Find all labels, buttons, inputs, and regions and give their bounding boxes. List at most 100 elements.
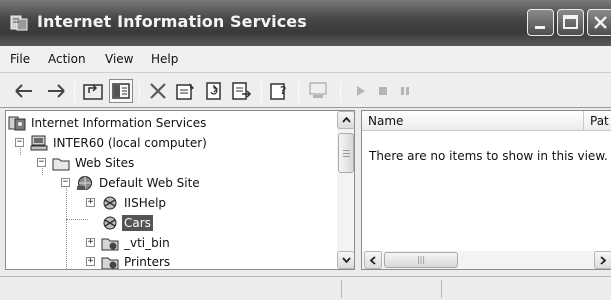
scroll-down-button[interactable] xyxy=(337,251,354,269)
tree-connector xyxy=(66,219,88,220)
forward-button[interactable] xyxy=(44,79,68,103)
tree-connector xyxy=(66,181,67,269)
close-button[interactable] xyxy=(587,9,611,36)
tree-item-local-computer[interactable]: INTER60 (local computer) xyxy=(30,133,209,152)
folder-icon xyxy=(52,158,70,170)
expand-toggle[interactable]: + xyxy=(86,198,95,207)
refresh-button[interactable] xyxy=(202,79,226,103)
tree-item-label: IISHelp xyxy=(124,195,167,210)
chevron-left-icon xyxy=(370,255,376,265)
export-list-icon xyxy=(232,82,252,100)
tree-item-label: Default Web Site xyxy=(99,175,200,190)
tree-item-iishelp[interactable]: IISHelp xyxy=(101,193,168,212)
chevron-up-icon xyxy=(341,117,351,123)
status-segment xyxy=(342,280,442,298)
tree-item-label: Web Sites xyxy=(75,155,135,170)
toolbar-separator xyxy=(261,81,262,103)
maximize-button[interactable] xyxy=(557,9,584,36)
toolbar-separator xyxy=(298,81,299,103)
expand-toggle[interactable]: + xyxy=(86,257,95,266)
play-icon xyxy=(357,86,365,96)
start-button[interactable] xyxy=(349,79,373,103)
minimize-icon xyxy=(535,26,545,29)
virtual-directory-icon xyxy=(103,196,117,209)
help-button[interactable]: ? xyxy=(268,79,292,103)
chevron-down-icon xyxy=(341,257,351,263)
tree-item-vti-bin[interactable]: _vti_bin xyxy=(101,233,172,252)
title-bar[interactable]: Internet Information Services xyxy=(0,0,611,46)
show-hide-tree-button[interactable] xyxy=(109,79,133,103)
chevron-right-icon xyxy=(600,255,606,265)
pause-button[interactable] xyxy=(393,79,417,103)
forward-arrow-icon xyxy=(48,84,65,98)
tree-item-label: INTER60 (local computer) xyxy=(53,135,207,150)
toolbar-separator xyxy=(139,81,140,103)
menu-action[interactable]: Action xyxy=(48,52,86,66)
tree-item-cars[interactable]: Cars xyxy=(101,213,153,232)
list-horizontal-scrollbar[interactable]: ||| xyxy=(362,251,611,269)
tree-item-label: Cars xyxy=(122,214,153,231)
tree-item-printers[interactable]: Printers xyxy=(101,252,172,269)
iis-window: Internet Information Services File Actio… xyxy=(0,0,611,300)
connect-computer-button[interactable] xyxy=(306,79,330,103)
menu-help[interactable]: Help xyxy=(151,52,178,66)
expand-toggle[interactable]: + xyxy=(86,238,95,247)
up-folder-icon xyxy=(83,84,103,100)
scroll-thumb[interactable]: ||| xyxy=(384,252,458,268)
refresh-icon xyxy=(206,82,221,100)
tree-item-web-sites[interactable]: Web Sites xyxy=(52,153,136,172)
tree-vertical-scrollbar[interactable] xyxy=(337,111,354,269)
scroll-right-button[interactable] xyxy=(594,251,611,269)
scroll-thumb[interactable] xyxy=(338,133,354,173)
menu-view[interactable]: View xyxy=(105,52,133,66)
tree-item-label: Internet Information Services xyxy=(31,115,207,130)
tree-item-iis-root[interactable]: Internet Information Services xyxy=(8,113,208,132)
web-folder-icon xyxy=(101,257,119,269)
collapse-toggle[interactable]: − xyxy=(37,158,46,167)
stop-button[interactable] xyxy=(371,79,395,103)
status-bar xyxy=(0,276,611,300)
web-folder-icon xyxy=(101,238,119,250)
iis-app-icon xyxy=(10,15,28,31)
collapse-toggle[interactable]: − xyxy=(15,138,24,147)
menu-bar: File Action View Help xyxy=(0,46,611,72)
list-pane[interactable]: Name Pat There are no items to show in t… xyxy=(361,110,611,270)
toolbar-separator xyxy=(74,81,75,103)
virtual-directory-icon xyxy=(103,216,117,229)
minimize-button[interactable] xyxy=(527,9,554,36)
export-list-button[interactable] xyxy=(230,79,254,103)
window-title: Internet Information Services xyxy=(37,12,307,31)
status-segment xyxy=(0,280,342,298)
scroll-up-button[interactable] xyxy=(337,111,354,129)
delete-button[interactable] xyxy=(146,79,170,103)
grip-icon: ||| xyxy=(416,255,426,264)
back-arrow-icon xyxy=(15,84,32,98)
tree-item-default-web-site[interactable]: Default Web Site xyxy=(76,173,202,192)
pause-icon xyxy=(401,87,409,95)
column-header-path[interactable]: Pat xyxy=(584,111,611,131)
help-icon: ? xyxy=(270,83,286,100)
stop-icon xyxy=(379,87,387,95)
tree-item-label: Printers xyxy=(124,254,171,269)
properties-icon xyxy=(176,83,194,100)
tree-pane[interactable]: Internet Information Services − INTER60 … xyxy=(5,110,355,270)
menu-file[interactable]: File xyxy=(10,52,30,66)
column-header-name[interactable]: Name xyxy=(362,111,584,131)
empty-list-message: There are no items to show in this view. xyxy=(369,149,608,163)
svg-text:?: ? xyxy=(280,84,286,97)
back-button[interactable] xyxy=(12,79,36,103)
website-globe-icon xyxy=(77,175,92,190)
up-one-level-button[interactable] xyxy=(81,79,105,103)
tree-item-label: _vti_bin xyxy=(124,235,170,250)
toolbar-separator xyxy=(340,81,341,103)
toolbar: ? xyxy=(0,72,611,108)
maximize-icon xyxy=(563,15,578,29)
scroll-left-button[interactable] xyxy=(364,251,382,269)
close-icon xyxy=(594,16,607,29)
iis-root-icon xyxy=(8,116,26,130)
computer-icon xyxy=(309,82,327,98)
properties-button[interactable] xyxy=(174,79,198,103)
collapse-toggle[interactable]: − xyxy=(61,178,70,187)
delete-icon xyxy=(150,83,166,99)
show-hide-tree-icon xyxy=(112,83,130,99)
